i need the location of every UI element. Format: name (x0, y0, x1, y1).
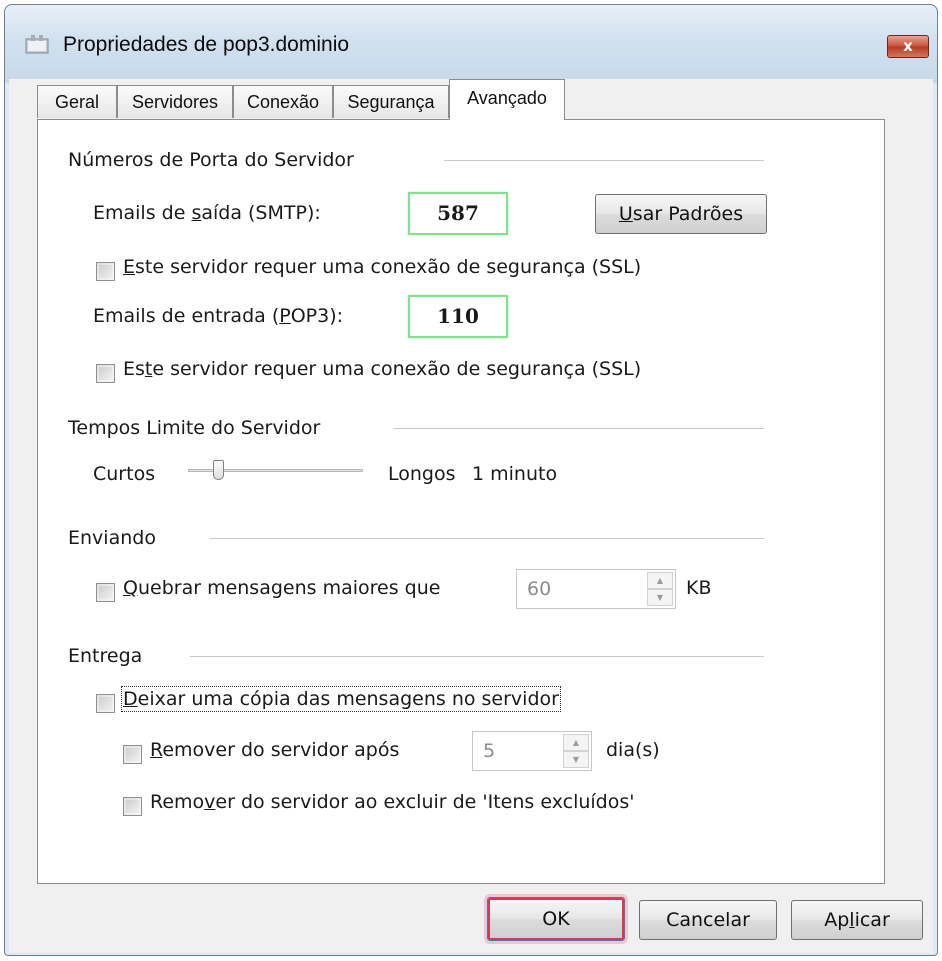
remove-deleted-label: Remover do servidor ao excluir de 'Itens… (150, 791, 635, 813)
cancel-button[interactable]: Cancelar (639, 900, 777, 940)
remove-after-checkbox[interactable] (123, 745, 142, 764)
remove-deleted-checkbox[interactable] (123, 797, 142, 816)
close-icon: x (903, 37, 913, 55)
spin-down-icon[interactable]: ▼ (563, 751, 589, 768)
days-unit-label: dia(s) (606, 739, 660, 761)
tab-servidores[interactable]: Servidores (117, 85, 233, 118)
tab-seguranca[interactable]: Segurança (333, 85, 449, 118)
leave-copy-label: Deixar uma cópia das mensagens no servid… (121, 686, 561, 712)
close-button[interactable]: x (887, 35, 929, 58)
spin-down-icon[interactable]: ▼ (647, 589, 673, 606)
advanced-panel: Números de Porta do Servidor Emails de s… (37, 119, 885, 884)
sending-section-title: Enviando (68, 527, 156, 549)
smtp-ssl-label: Este servidor requer uma conexão de segu… (123, 256, 642, 278)
use-defaults-button[interactable]: Usar Padrões (595, 194, 767, 234)
dialog-client: Geral Servidores Conexão Segurança Avanç… (9, 79, 933, 953)
pop3-port-input[interactable]: 110 (408, 295, 508, 338)
days-value: 5 (483, 740, 496, 762)
ports-divider (444, 160, 764, 162)
timeout-value: 1 minuto (472, 463, 558, 485)
spin-up-icon[interactable]: ▲ (563, 734, 589, 751)
apply-button[interactable]: Aplicar (791, 900, 923, 940)
message-size-spinner[interactable]: 60 ▲ ▼ (516, 569, 676, 609)
pop3-ssl-checkbox[interactable] (96, 364, 115, 383)
window-title: Propriedades de pop3.dominio (63, 33, 350, 56)
timeout-slider-thumb[interactable] (213, 460, 224, 480)
tab-geral[interactable]: Geral (37, 85, 117, 118)
smtp-label: Emails de saída (SMTP): (93, 202, 321, 224)
tab-avancado[interactable]: Avançado (449, 79, 565, 120)
remove-after-label: Remover do servidor após (150, 739, 400, 761)
timeout-slider[interactable] (188, 456, 363, 486)
tab-conexao[interactable]: Conexão (233, 85, 333, 118)
days-spinner[interactable]: 5 ▲ ▼ (472, 731, 592, 771)
title-bar[interactable]: Propriedades de pop3.dominio x (5, 5, 937, 83)
break-messages-label: Quebrar mensagens maiores que (123, 577, 441, 599)
delivery-divider (190, 656, 764, 658)
delivery-section-title: Entrega (68, 645, 143, 667)
message-size-arrows: ▲ ▼ (647, 572, 673, 606)
sending-divider (210, 538, 764, 540)
ports-section-title: Números de Porta do Servidor (68, 149, 354, 171)
timeout-short-label: Curtos (93, 463, 156, 485)
properties-dialog: Propriedades de pop3.dominio x Geral Ser… (4, 4, 938, 956)
timeouts-section-title: Tempos Limite do Servidor (68, 417, 321, 439)
spin-up-icon[interactable]: ▲ (647, 572, 673, 589)
ok-button[interactable]: OK (487, 897, 625, 941)
smtp-port-input[interactable]: 587 (408, 192, 508, 235)
leave-copy-checkbox[interactable] (96, 694, 115, 713)
message-size-value: 60 (527, 578, 552, 600)
break-messages-checkbox[interactable] (96, 583, 115, 602)
smtp-ssl-checkbox[interactable] (96, 262, 115, 281)
pop3-label: Emails de entrada (POP3): (93, 305, 344, 327)
pop3-ssl-label: Este servidor requer uma conexão de segu… (123, 358, 642, 380)
days-arrows: ▲ ▼ (563, 734, 589, 768)
timeouts-divider (394, 428, 764, 430)
size-unit-label: KB (686, 577, 712, 599)
account-icon (25, 35, 49, 54)
timeout-long-label: Longos (388, 463, 456, 485)
